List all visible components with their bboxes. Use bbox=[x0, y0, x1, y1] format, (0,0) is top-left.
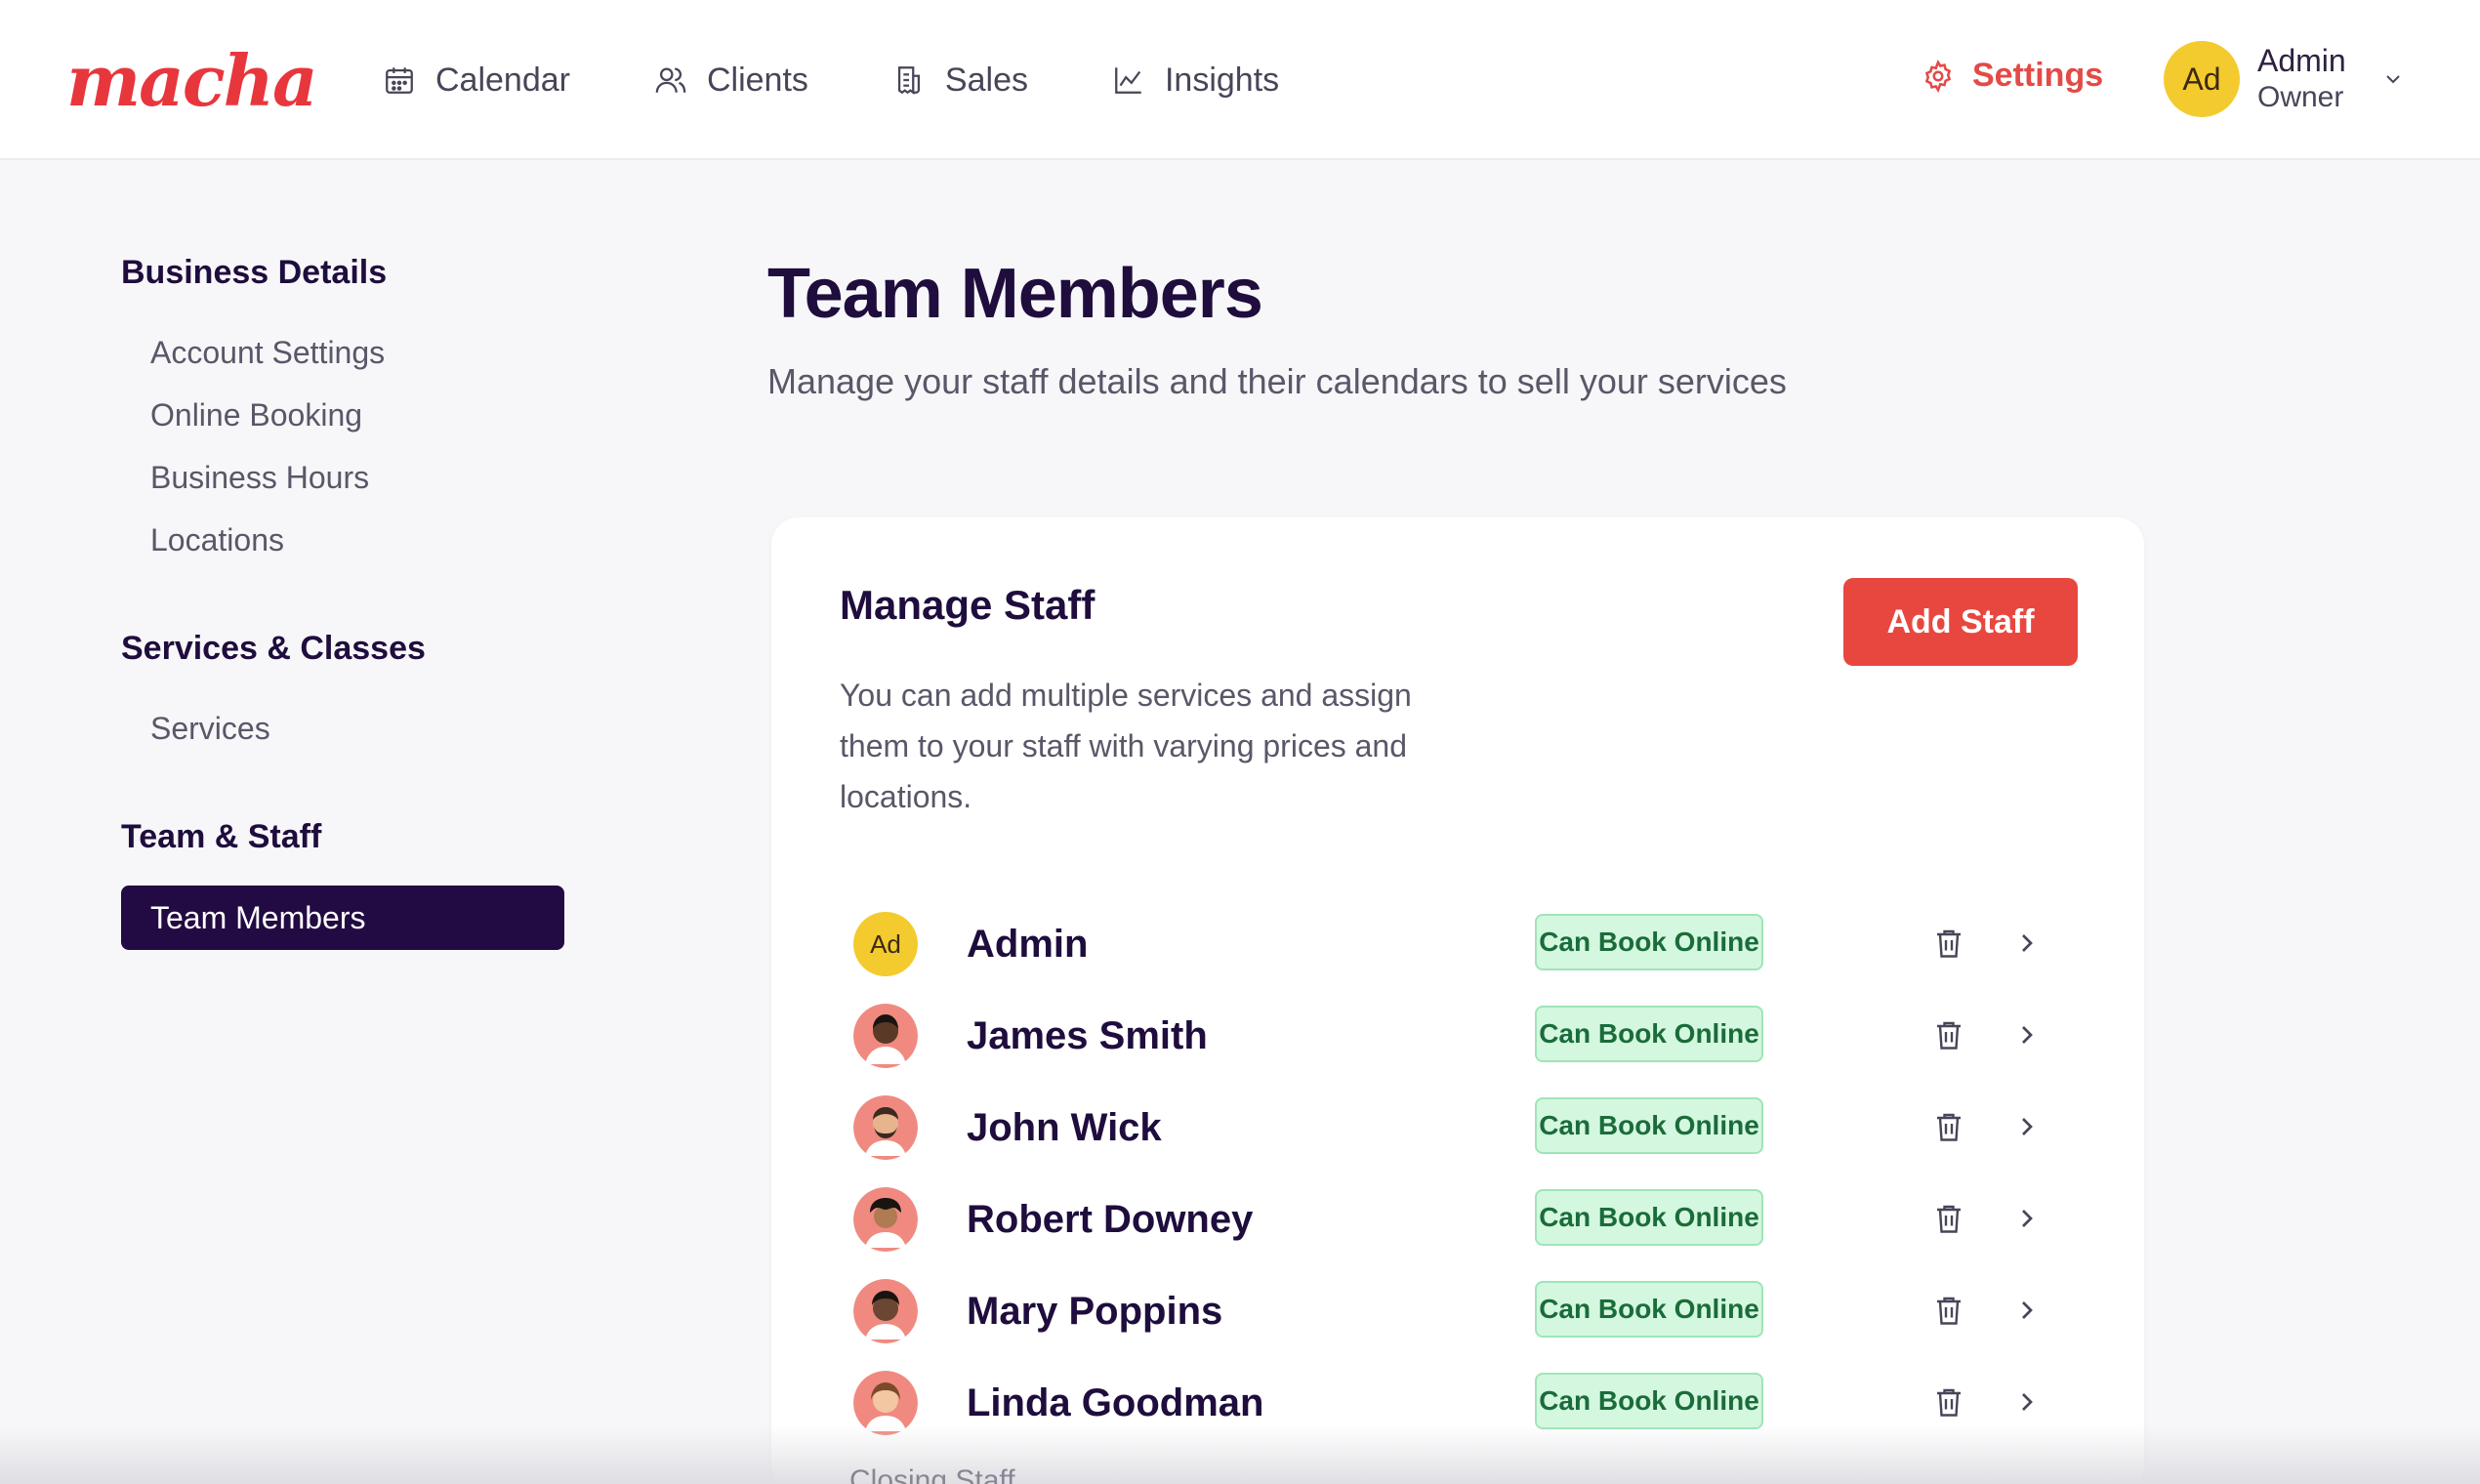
person-photo-icon bbox=[853, 1187, 918, 1252]
status-badge: Can Book Online bbox=[1535, 1281, 1763, 1338]
staff-name: James Smith bbox=[967, 1013, 1208, 1057]
avatar bbox=[853, 1004, 918, 1068]
table-row[interactable]: Mary Poppins Can Book Online bbox=[853, 1265, 2064, 1357]
nav-insights[interactable]: Insights bbox=[1112, 62, 1279, 100]
chevron-right-icon[interactable] bbox=[2011, 1203, 2043, 1234]
nav-insights-label: Insights bbox=[1164, 61, 1280, 99]
top-bar: macha Calendar Clients Sales Insights Se… bbox=[0, 0, 2480, 160]
chevron-down-icon[interactable] bbox=[2381, 67, 2405, 91]
avatar bbox=[853, 1095, 918, 1160]
avatar: Ad bbox=[853, 912, 918, 976]
add-staff-button[interactable]: Add Staff bbox=[1843, 578, 2078, 666]
user-info: Admin Owner bbox=[2257, 42, 2346, 116]
user-menu[interactable]: Ad Admin Owner bbox=[2164, 41, 2405, 117]
trash-icon[interactable] bbox=[1931, 1201, 1966, 1236]
main-nav: Calendar Clients Sales Insights bbox=[383, 0, 1363, 160]
app-logo[interactable]: macha bbox=[66, 39, 318, 122]
chevron-right-icon[interactable] bbox=[2011, 928, 2043, 959]
scroll-fade bbox=[0, 1425, 2480, 1484]
table-row[interactable]: John Wick Can Book Online bbox=[853, 1082, 2064, 1174]
nav-calendar[interactable]: Calendar bbox=[383, 62, 570, 100]
page-title: Team Members bbox=[767, 255, 1263, 333]
sidebar-group-team-staff: Team & Staff Team Members bbox=[121, 818, 564, 950]
person-photo-icon bbox=[853, 1004, 918, 1068]
settings-link[interactable]: Settings bbox=[1922, 57, 2103, 95]
trash-icon[interactable] bbox=[1931, 926, 1966, 961]
user-avatar: Ad bbox=[2164, 41, 2240, 117]
users-icon bbox=[655, 67, 686, 93]
chevron-right-icon[interactable] bbox=[2011, 1386, 2043, 1418]
staff-name: Linda Goodman bbox=[967, 1381, 1264, 1424]
sidebar-item-locations[interactable]: Locations bbox=[121, 509, 564, 571]
chart-line-icon bbox=[1115, 67, 1141, 94]
table-row[interactable]: Robert Downey Can Book Online bbox=[853, 1174, 2064, 1265]
sidebar-item-services[interactable]: Services bbox=[121, 697, 564, 760]
avatar bbox=[853, 1187, 918, 1252]
nav-clients[interactable]: Clients bbox=[654, 62, 808, 100]
table-row[interactable]: Ad Admin Can Book Online bbox=[853, 898, 2064, 990]
main-header: Team Members Manage your staff details a… bbox=[767, 254, 1787, 402]
sidebar-item-team-members[interactable]: Team Members bbox=[121, 886, 564, 950]
staff-name: Robert Downey bbox=[967, 1197, 1254, 1241]
staff-list: Ad Admin Can Book Online James Smith Can… bbox=[853, 898, 2064, 1449]
partial-section-label: Closing Staff bbox=[849, 1464, 1015, 1484]
manage-staff-card: Manage Staff You can add multiple servic… bbox=[771, 517, 2144, 1484]
sidebar-heading: Services & Classes bbox=[121, 630, 426, 667]
nav-calendar-label: Calendar bbox=[435, 61, 570, 99]
trash-icon[interactable] bbox=[1931, 1017, 1966, 1052]
nav-sales[interactable]: Sales bbox=[892, 62, 1028, 100]
staff-name: John Wick bbox=[967, 1105, 1162, 1149]
chevron-right-icon[interactable] bbox=[2011, 1295, 2043, 1326]
status-badge: Can Book Online bbox=[1535, 1189, 1763, 1246]
person-photo-icon bbox=[853, 1095, 918, 1160]
status-badge: Can Book Online bbox=[1535, 1097, 1763, 1154]
avatar bbox=[853, 1279, 918, 1343]
card-title: Manage Staff bbox=[840, 582, 1095, 628]
staff-name: Mary Poppins bbox=[967, 1289, 1223, 1333]
settings-sidebar: Business Details Account Settings Online… bbox=[121, 254, 564, 1009]
settings-label: Settings bbox=[1972, 57, 2104, 94]
nav-clients-label: Clients bbox=[706, 61, 808, 99]
nav-sales-label: Sales bbox=[944, 61, 1028, 99]
status-badge: Can Book Online bbox=[1535, 1373, 1763, 1429]
status-badge: Can Book Online bbox=[1535, 1006, 1763, 1062]
staff-name: Admin bbox=[967, 922, 1089, 966]
receipt-icon bbox=[897, 66, 920, 96]
sidebar-heading: Business Details bbox=[121, 254, 388, 291]
person-photo-icon bbox=[853, 1279, 918, 1343]
trash-icon[interactable] bbox=[1931, 1109, 1966, 1144]
sidebar-group-services: Services & Classes Services bbox=[121, 630, 564, 760]
status-badge: Can Book Online bbox=[1535, 914, 1763, 970]
page-subtitle: Manage your staff details and their cale… bbox=[767, 361, 1787, 401]
table-row[interactable]: James Smith Can Book Online bbox=[853, 990, 2064, 1082]
sidebar-item-account-settings[interactable]: Account Settings bbox=[121, 321, 564, 384]
card-description: You can add multiple services and assign… bbox=[840, 678, 1412, 814]
calendar-icon bbox=[386, 67, 413, 94]
user-name: Admin bbox=[2257, 43, 2346, 78]
trash-icon[interactable] bbox=[1931, 1293, 1966, 1328]
chevron-right-icon[interactable] bbox=[2011, 1019, 2043, 1051]
user-role: Owner bbox=[2257, 81, 2344, 113]
sidebar-item-online-booking[interactable]: Online Booking bbox=[121, 384, 564, 446]
gear-icon bbox=[1924, 59, 1952, 93]
sidebar-heading: Team & Staff bbox=[121, 818, 322, 855]
chevron-right-icon[interactable] bbox=[2011, 1111, 2043, 1142]
sidebar-group-business-details: Business Details Account Settings Online… bbox=[121, 254, 564, 571]
trash-icon[interactable] bbox=[1931, 1384, 1966, 1420]
sidebar-item-business-hours[interactable]: Business Hours bbox=[121, 446, 564, 509]
